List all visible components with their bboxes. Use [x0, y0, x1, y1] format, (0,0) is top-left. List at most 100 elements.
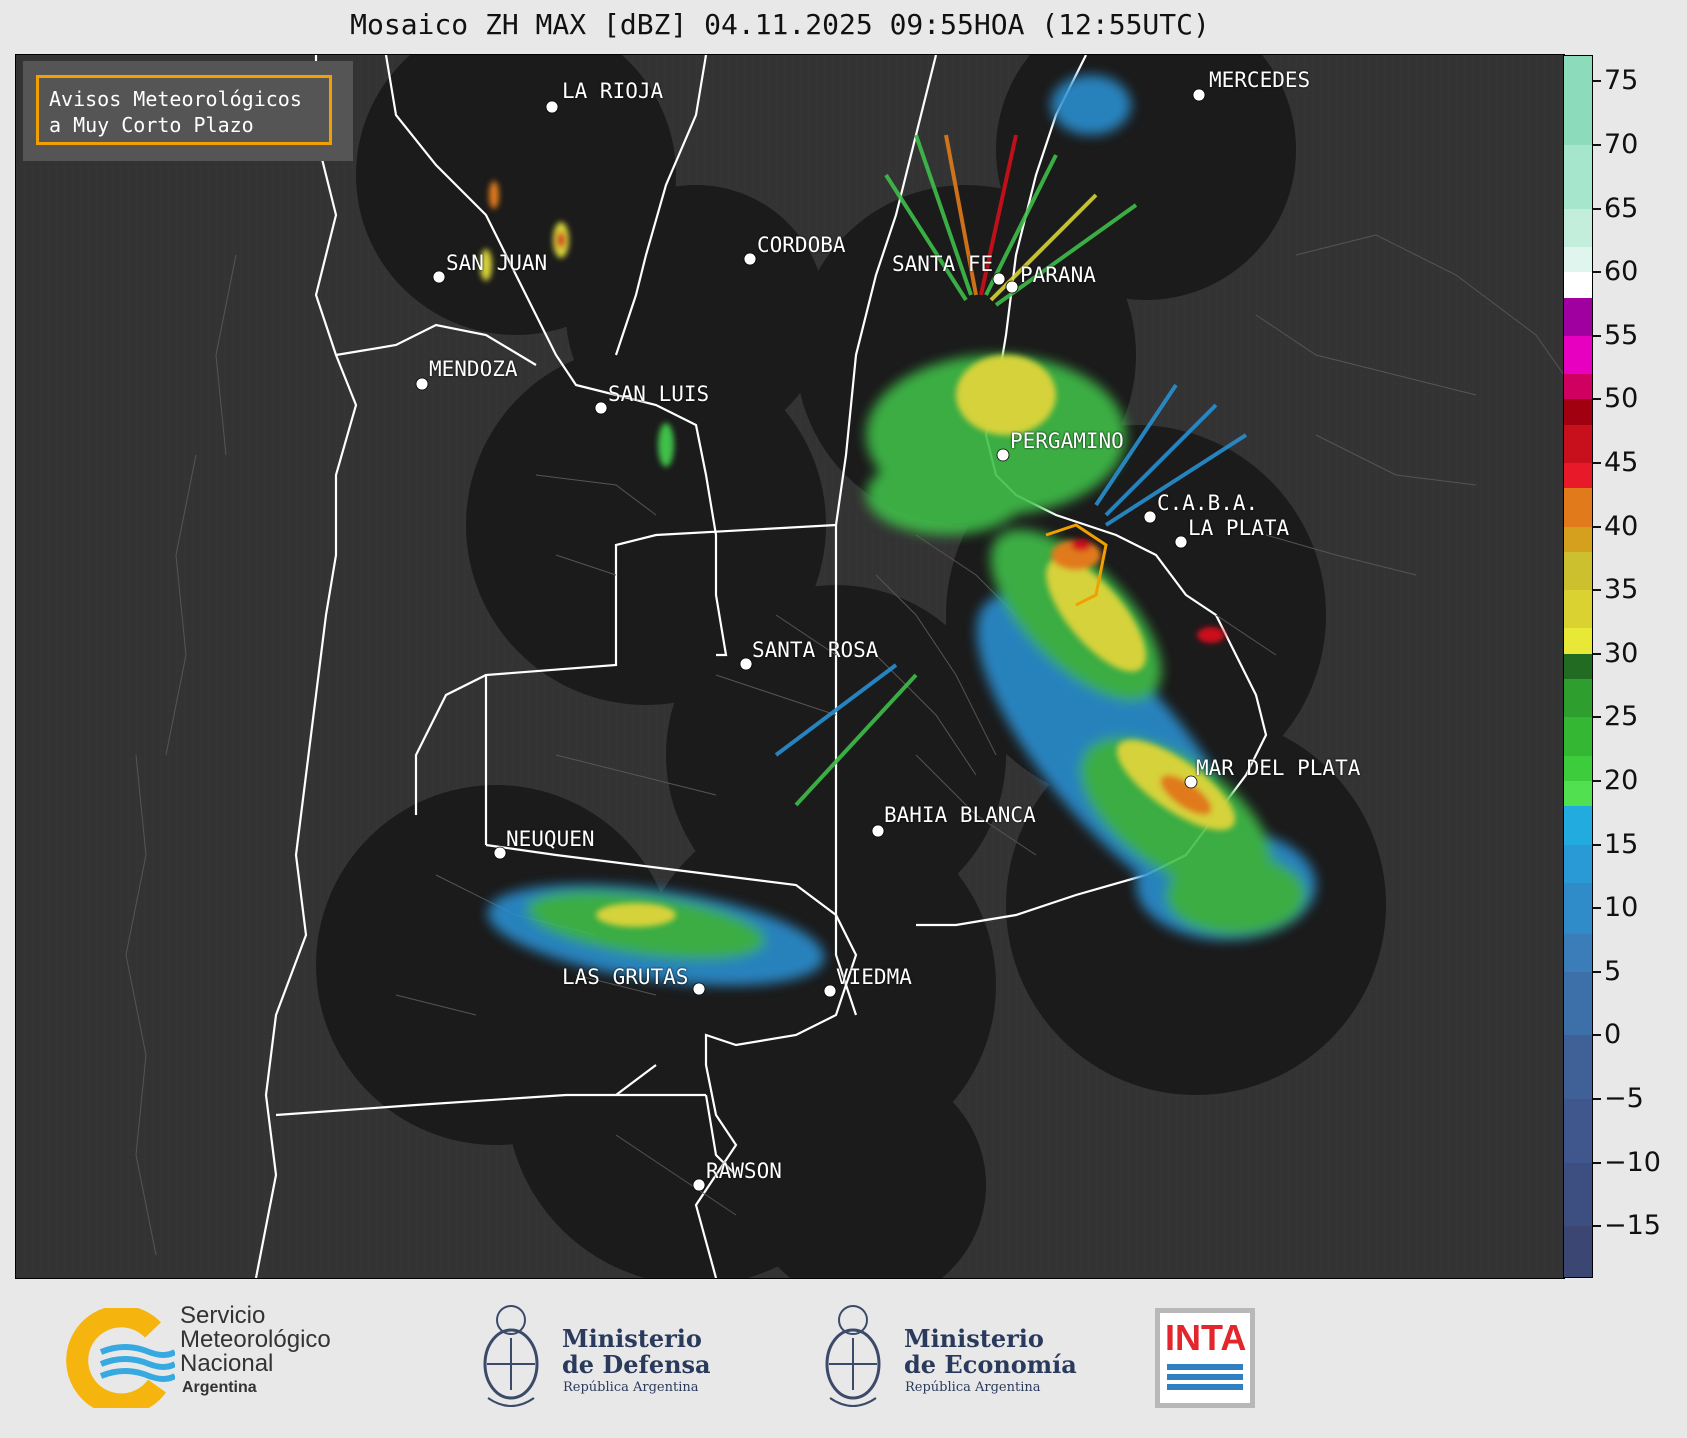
radar-map[interactable]: LA RIOJA MERCEDES CORDOBA SAN JUAN SANTA…	[15, 54, 1565, 1279]
colorbar-segment	[1564, 653, 1592, 680]
avisos-label[interactable]: Avisos Meteorológicos a Muy Corto Plazo	[36, 75, 332, 145]
colorbar-segment	[1564, 552, 1592, 591]
map-title: Mosaico ZH MAX [dBZ] 04.11.2025 09:55HOA…	[350, 8, 1210, 41]
colorbar-tick-label: 5	[1604, 955, 1622, 987]
city-label-la-rioja: LA RIOJA	[562, 79, 664, 103]
colorbar-tick	[1593, 652, 1601, 655]
colorbar-tick-label: 25	[1604, 701, 1639, 733]
city-label-san-luis: SAN LUIS	[608, 382, 710, 406]
colorbar-segment	[1564, 463, 1592, 489]
city-label-santa-rosa: SANTA ROSA	[752, 638, 879, 662]
colorbar-segment	[1564, 246, 1592, 273]
logo-footer: Servicio Meteorológico Nacional Argentin…	[0, 1278, 1687, 1438]
avisos-panel[interactable]: Avisos Meteorológicos a Muy Corto Plazo	[23, 61, 353, 161]
inta-text: INTA	[1165, 1317, 1247, 1358]
inta-logo: INTA	[1155, 1308, 1255, 1408]
colorbar-tick	[1593, 334, 1601, 337]
city-label-viedma: VIEDMA	[836, 965, 912, 989]
colorbar-segment	[1564, 373, 1592, 400]
colorbar-tick	[1593, 1034, 1601, 1037]
colorbar-segment	[1564, 297, 1592, 336]
city-label-mercedes: MERCEDES	[1209, 68, 1311, 92]
colorbar-tick	[1593, 1097, 1601, 1100]
colorbar-tick-label: 40	[1604, 510, 1639, 542]
city-label-mar-del-plata: MAR DEL PLATA	[1196, 756, 1361, 780]
city-label-santa-fe: SANTA FE	[892, 252, 994, 276]
colorbar-tick-label: 55	[1604, 319, 1639, 351]
colorbar-segment	[1564, 208, 1592, 247]
city-label-parana: PARANA	[1020, 263, 1096, 287]
colorbar-segment	[1564, 399, 1592, 425]
colorbar-segment	[1564, 272, 1592, 298]
colorbar-tick-label: 35	[1604, 574, 1639, 606]
colorbar-segment	[1564, 1098, 1592, 1163]
colorbar-segment	[1564, 526, 1592, 553]
smn-line4: Argentina	[182, 1379, 257, 1396]
defensa-line3: República Argentina	[563, 1380, 699, 1395]
colorbar-tick-label: 60	[1604, 256, 1639, 288]
colorbar-tick	[1593, 843, 1601, 846]
colorbar-tick-label: 45	[1604, 447, 1639, 478]
colorbar-segment	[1564, 780, 1592, 807]
city-label-pergamino: PERGAMINO	[1010, 429, 1124, 453]
colorbar-segment	[1564, 335, 1592, 374]
colorbar-tick	[1593, 144, 1601, 147]
colorbar-tick	[1593, 525, 1601, 528]
colorbar-segment	[1564, 1162, 1592, 1227]
colorbar-tick	[1593, 716, 1601, 719]
colorbar-tick-label: 70	[1604, 129, 1639, 161]
colorbar-segment	[1564, 882, 1592, 934]
coat-of-arms-icon-2	[820, 1298, 886, 1414]
colorbar-tick	[1593, 779, 1601, 782]
colorbar-tick-label: 30	[1604, 637, 1639, 669]
city-label-rawson: RAWSON	[706, 1159, 782, 1183]
city-label-bahia-blanca: BAHIA BLANCA	[884, 803, 1036, 827]
colorbar-tick-label: −10	[1604, 1146, 1661, 1178]
defensa-line2: de Defensa	[562, 1350, 711, 1379]
colorbar-tick-label: −5	[1604, 1082, 1644, 1114]
colorbar-tick	[1593, 271, 1601, 274]
colorbar-segment	[1564, 1035, 1592, 1099]
city-label-cordoba: CORDOBA	[757, 233, 846, 257]
colorbar-tick	[1593, 1225, 1601, 1228]
colorbar-tick	[1593, 207, 1601, 210]
colorbar-segment	[1564, 424, 1592, 463]
smn-line3: Nacional	[180, 1350, 274, 1377]
coat-of-arms-icon	[478, 1298, 544, 1414]
city-label-san-juan: SAN JUAN	[446, 251, 548, 275]
colorbar-segment	[1564, 933, 1592, 972]
colorbar-segment	[1564, 628, 1592, 654]
colorbar-tick	[1593, 970, 1601, 973]
colorbar-segment	[1564, 1226, 1592, 1277]
colorbar-tick-label: 20	[1604, 764, 1639, 796]
colorbar-tick-label: 15	[1604, 828, 1639, 860]
city-label-neuquen: NEUQUEN	[506, 827, 595, 851]
colorbar-tick	[1593, 80, 1601, 83]
economia-line2: de Economía	[904, 1350, 1077, 1379]
colorbar-tick	[1593, 398, 1601, 401]
city-label-mendoza: MENDOZA	[429, 357, 518, 381]
colorbar-segment	[1564, 56, 1592, 146]
city-label-caba: C.A.B.A.	[1157, 491, 1259, 515]
economia-line1: Ministerio	[904, 1324, 1044, 1353]
city-label-las-grutas: LAS GRUTAS	[562, 965, 689, 989]
colorbar-tick-label: −15	[1604, 1210, 1661, 1242]
colorbar-segment	[1564, 755, 1592, 781]
city-labels: LA RIOJA MERCEDES CORDOBA SAN JUAN SANTA…	[16, 55, 1564, 1278]
colorbar-segment	[1564, 717, 1592, 756]
city-label-la-plata: LA PLATA	[1188, 516, 1290, 540]
avisos-line2: a Muy Corto Plazo	[49, 113, 254, 137]
colorbar-segment	[1564, 590, 1592, 629]
colorbar-tick	[1593, 462, 1601, 464]
colorbar-segment	[1564, 971, 1592, 1036]
colorbar-tick	[1593, 907, 1601, 910]
colorbar-tick-label: 65	[1604, 192, 1639, 224]
defensa-line1: Ministerio	[562, 1324, 702, 1353]
colorbar-tick-label: 75	[1604, 65, 1639, 97]
colorbar-tick-label: 10	[1604, 892, 1639, 924]
colorbar-segment	[1564, 844, 1592, 883]
colorbar-segment	[1564, 488, 1592, 527]
colorbar-tick	[1593, 1161, 1601, 1164]
colorbar-tick-label: 50	[1604, 383, 1639, 415]
economia-line3: República Argentina	[905, 1380, 1041, 1395]
